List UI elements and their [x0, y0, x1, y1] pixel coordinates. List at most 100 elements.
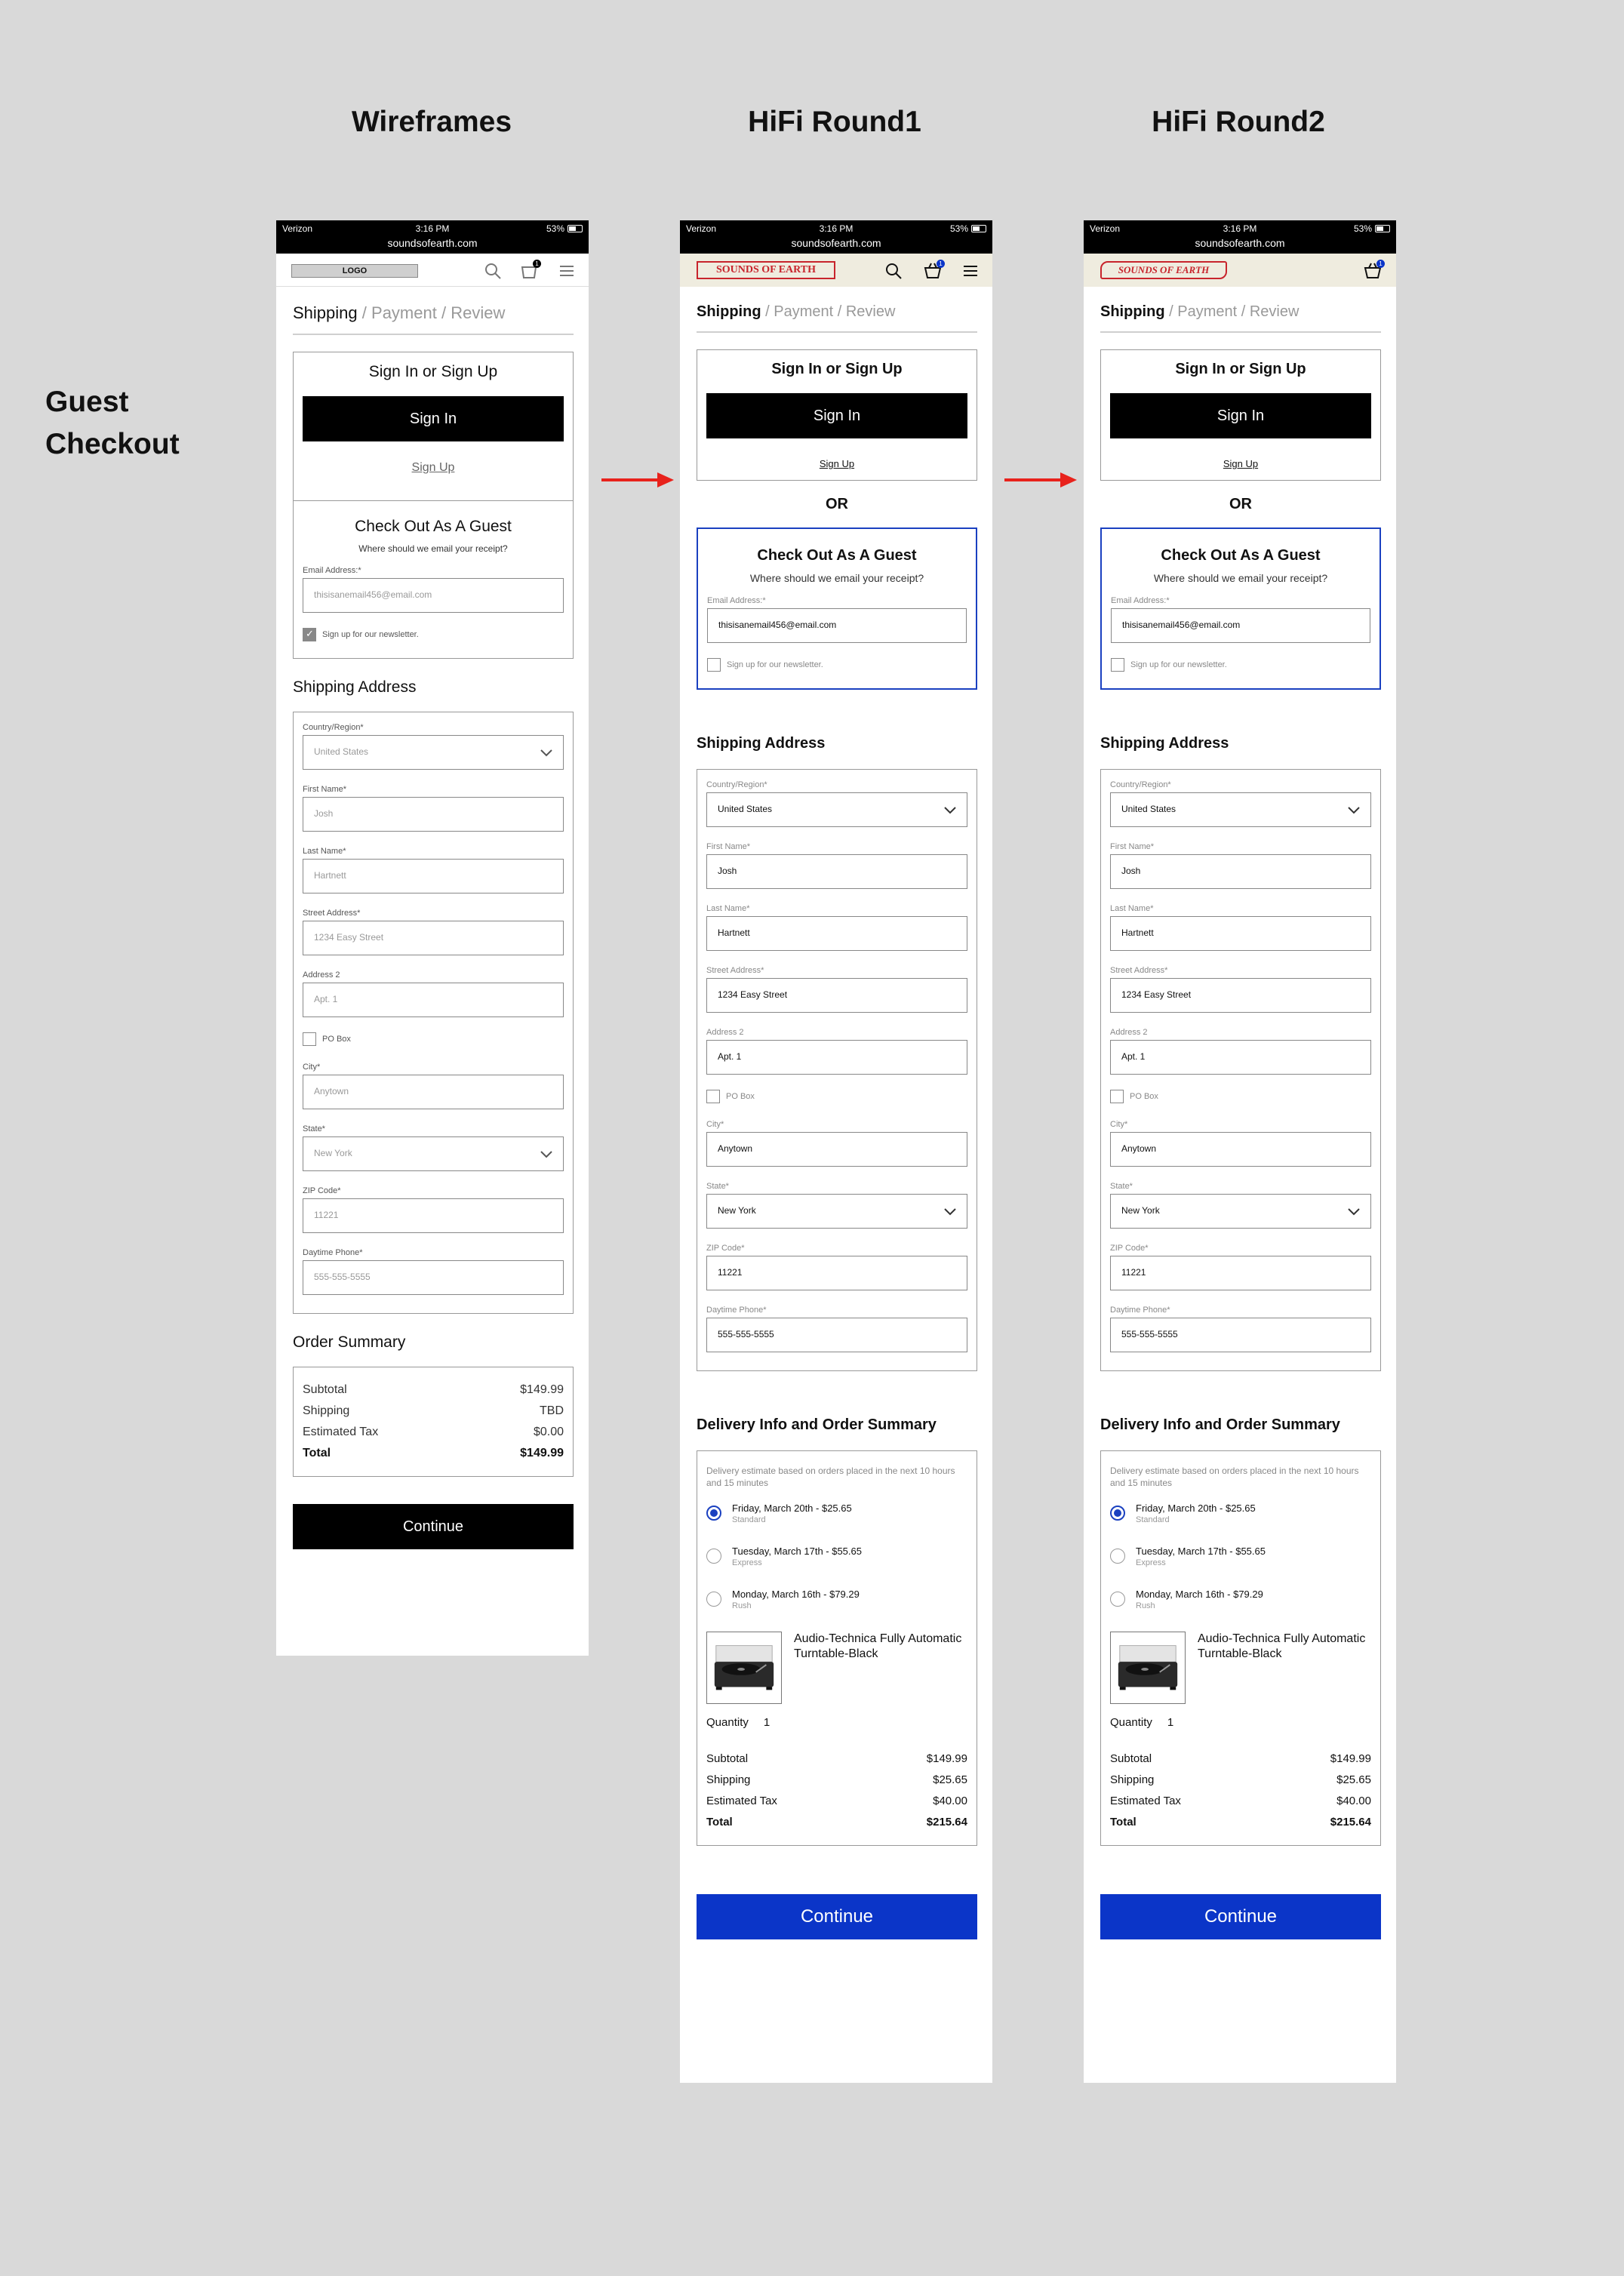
street-field[interactable]: 1234 Easy Street — [303, 921, 564, 955]
shipping-option[interactable]: Friday, March 20th - $25.65 Standard — [706, 1502, 967, 1524]
checkbox-icon[interactable] — [707, 658, 721, 672]
phone-field[interactable]: 555-555-5555 — [706, 1318, 967, 1352]
zip-field[interactable]: 11221 — [1110, 1256, 1371, 1290]
country-select[interactable]: United States — [706, 792, 967, 827]
step-review[interactable]: Review — [846, 303, 896, 320]
checkbox-icon[interactable] — [1110, 1090, 1124, 1103]
country-select[interactable]: United States — [303, 735, 564, 770]
address2-field[interactable]: Apt. 1 — [706, 1040, 967, 1075]
state-select[interactable]: New York — [303, 1136, 564, 1171]
step-payment[interactable]: Payment — [774, 303, 833, 320]
first-name-field[interactable]: Josh — [303, 797, 564, 832]
first-name-field[interactable]: Josh — [1110, 854, 1371, 889]
city-field[interactable]: Anytown — [303, 1075, 564, 1109]
signin-box: Sign In or Sign Up Sign In Sign Up — [293, 352, 574, 500]
step-shipping[interactable]: Shipping — [1100, 303, 1165, 320]
search-icon[interactable] — [483, 261, 503, 281]
last-name-field[interactable]: Hartnett — [303, 859, 564, 893]
city-field[interactable]: Anytown — [1110, 1132, 1371, 1167]
shipping-option[interactable]: Tuesday, March 17th - $55.65 Express — [1110, 1546, 1371, 1567]
product-name[interactable]: Audio-Technica Fully Automatic Turntable… — [1198, 1632, 1371, 1704]
logo[interactable]: LOGO — [291, 264, 418, 278]
shipping-option[interactable]: Monday, March 16th - $79.29 Rush — [706, 1589, 967, 1610]
radio-icon[interactable] — [1110, 1506, 1125, 1521]
radio-icon[interactable] — [706, 1592, 721, 1607]
continue-button[interactable]: Continue — [293, 1504, 574, 1549]
email-field[interactable]: thisisanemail456@email.com — [707, 608, 967, 643]
pobox-checkbox[interactable]: PO Box — [1110, 1090, 1371, 1103]
newsletter-checkbox[interactable]: Sign up for our newsletter. — [1111, 658, 1370, 672]
street-field[interactable]: 1234 Easy Street — [706, 978, 967, 1013]
checkbox-icon[interactable] — [706, 1090, 720, 1103]
zip-field[interactable]: 11221 — [706, 1256, 967, 1290]
zip-label: ZIP Code* — [1110, 1244, 1149, 1253]
checkbox-icon[interactable] — [303, 1032, 316, 1046]
state-select[interactable]: New York — [706, 1194, 967, 1229]
url-bar[interactable]: soundsofearth.com — [680, 237, 992, 249]
zip-field[interactable]: 11221 — [303, 1198, 564, 1233]
subtotal-row: Subtotal $149.99 — [303, 1379, 564, 1401]
step-payment[interactable]: Payment — [371, 303, 437, 322]
last-name-field[interactable]: Hartnett — [706, 916, 967, 951]
search-icon[interactable] — [884, 261, 903, 281]
signup-link[interactable]: Sign Up — [303, 461, 564, 475]
url-bar[interactable]: soundsofearth.com — [1084, 237, 1396, 249]
radio-icon[interactable] — [706, 1506, 721, 1521]
checkbox-icon[interactable] — [1111, 658, 1124, 672]
shipping-option[interactable]: Friday, March 20th - $25.65 Standard — [1110, 1502, 1371, 1524]
menu-icon[interactable] — [961, 261, 980, 281]
signup-link[interactable]: Sign Up — [706, 458, 967, 469]
email-field[interactable]: thisisanemail456@email.com — [303, 578, 564, 613]
continue-button[interactable]: Continue — [1100, 1894, 1381, 1939]
menu-icon[interactable] — [557, 261, 577, 281]
pobox-checkbox[interactable]: PO Box — [706, 1090, 967, 1103]
checkbox-icon[interactable] — [303, 628, 316, 641]
continue-button[interactable]: Continue — [697, 1894, 977, 1939]
city-field[interactable]: Anytown — [706, 1132, 967, 1167]
step-separator: / — [837, 303, 842, 320]
signup-link[interactable]: Sign Up — [1110, 458, 1371, 469]
option-label: Tuesday, March 17th - $55.65 — [732, 1546, 862, 1557]
delivery-note: Delivery estimate based on orders placed… — [706, 1466, 955, 1488]
address2-field[interactable]: Apt. 1 — [303, 983, 564, 1017]
zip-label: ZIP Code* — [303, 1186, 341, 1195]
country-select[interactable]: United States — [1110, 792, 1371, 827]
signin-button[interactable]: Sign In — [1110, 393, 1371, 438]
address2-field[interactable]: Apt. 1 — [1110, 1040, 1371, 1075]
guest-title: Check Out As A Guest — [1161, 547, 1321, 564]
step-review[interactable]: Review — [451, 303, 505, 322]
step-shipping[interactable]: Shipping — [697, 303, 761, 320]
battery-icon — [971, 225, 986, 232]
url-bar[interactable]: soundsofearth.com — [276, 237, 589, 249]
product-name[interactable]: Audio-Technica Fully Automatic Turntable… — [794, 1632, 967, 1704]
shipping-option[interactable]: Tuesday, March 17th - $55.65 Express — [706, 1546, 967, 1567]
street-field[interactable]: 1234 Easy Street — [1110, 978, 1371, 1013]
radio-icon[interactable] — [706, 1549, 721, 1564]
step-separator: / — [765, 303, 770, 320]
step-review[interactable]: Review — [1250, 303, 1300, 320]
step-shipping[interactable]: Shipping — [293, 303, 358, 322]
step-payment[interactable]: Payment — [1177, 303, 1237, 320]
total-label: Total — [1110, 1816, 1136, 1828]
last-name-field[interactable]: Hartnett — [1110, 916, 1371, 951]
email-field[interactable]: thisisanemail456@email.com — [1111, 608, 1370, 643]
radio-icon[interactable] — [1110, 1592, 1125, 1607]
signin-button[interactable]: Sign In — [303, 396, 564, 441]
radio-icon[interactable] — [1110, 1549, 1125, 1564]
logo[interactable]: SOUNDS OF EARTH — [697, 261, 835, 279]
option-sub: Express — [1136, 1558, 1166, 1567]
newsletter-checkbox[interactable]: Sign up for our newsletter. — [303, 628, 564, 641]
phone-field[interactable]: 555-555-5555 — [1110, 1318, 1371, 1352]
first-name-field[interactable]: Josh — [706, 854, 967, 889]
signin-button[interactable]: Sign In — [706, 393, 967, 438]
pobox-checkbox[interactable]: PO Box — [303, 1032, 564, 1046]
logo[interactable]: SOUNDS OF EARTH — [1100, 261, 1227, 279]
newsletter-checkbox[interactable]: Sign up for our newsletter. — [707, 658, 967, 672]
chevron-down-icon — [540, 749, 552, 757]
subtotal-label: Subtotal — [1110, 1752, 1152, 1765]
total-row: Total $149.99 — [303, 1443, 564, 1464]
shipping-option[interactable]: Monday, March 16th - $79.29 Rush — [1110, 1589, 1371, 1610]
state-select[interactable]: New York — [1110, 1194, 1371, 1229]
delivery-summary: Delivery estimate based on orders placed… — [697, 1450, 977, 1846]
phone-field[interactable]: 555-555-5555 — [303, 1260, 564, 1295]
